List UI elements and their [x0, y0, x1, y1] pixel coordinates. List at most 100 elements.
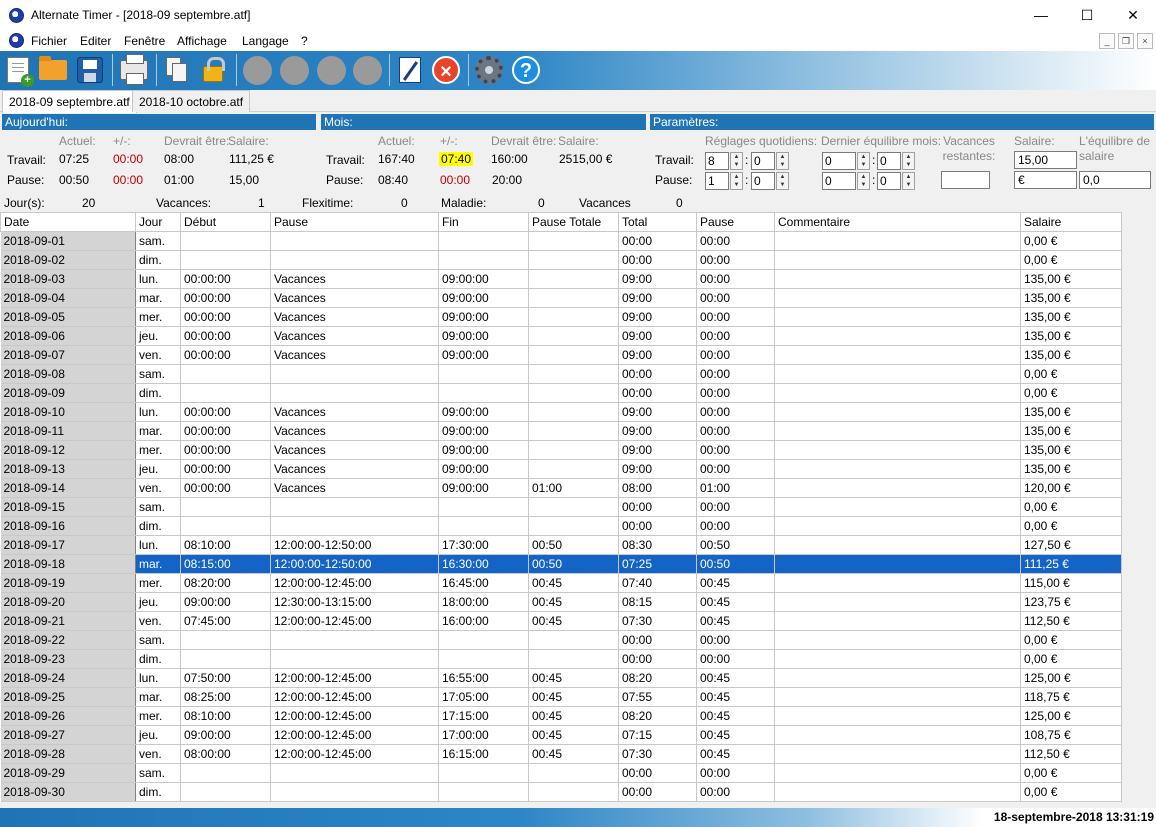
- cell-salary[interactable]: 111,25 €: [1020, 554, 1122, 574]
- cell-end[interactable]: 17:15:00: [438, 706, 529, 726]
- cell-day[interactable]: sam.: [135, 630, 181, 650]
- pause-last-minutes-input[interactable]: 0: [877, 172, 901, 190]
- cell-pause[interactable]: Vacances: [270, 459, 439, 479]
- save-button[interactable]: [75, 55, 105, 85]
- cell-total-pause[interactable]: 00:45: [528, 744, 619, 764]
- cell-start[interactable]: 08:20:00: [180, 573, 271, 593]
- cell-pause2[interactable]: 00:45: [696, 744, 775, 764]
- mdi-minimize-button[interactable]: _: [1099, 33, 1115, 49]
- cell-start[interactable]: 00:00:00: [180, 421, 271, 441]
- cell-day[interactable]: dim.: [135, 782, 181, 802]
- cell-total[interactable]: 00:00: [618, 649, 697, 669]
- cell-comment[interactable]: [774, 250, 1021, 270]
- cell-start[interactable]: 00:00:00: [180, 288, 271, 308]
- table-row[interactable]: 2018-09-28 ven. 08:00:00 12:00:00-12:45:00 1…: [0, 744, 1122, 764]
- cell-total-pause[interactable]: [528, 763, 619, 783]
- cell-salary[interactable]: 0,00 €: [1020, 763, 1122, 783]
- cell-day[interactable]: mer.: [135, 706, 181, 726]
- cell-start[interactable]: [180, 782, 271, 802]
- cell-salary[interactable]: 135,00 €: [1020, 269, 1122, 289]
- cell-pause2[interactable]: 00:45: [696, 725, 775, 745]
- cell-day[interactable]: lun.: [135, 535, 181, 555]
- cell-total-pause[interactable]: [528, 440, 619, 460]
- cell-pause[interactable]: 12:00:00-12:45:00: [270, 725, 439, 745]
- cell-start[interactable]: 00:00:00: [180, 326, 271, 346]
- table-row[interactable]: 2018-09-06 jeu. 00:00:00 Vacances 09:00:00 09…: [0, 326, 1122, 346]
- cell-total[interactable]: 07:40: [618, 573, 697, 593]
- col-header-salary[interactable]: Salaire: [1020, 212, 1122, 232]
- cell-start[interactable]: 08:10:00: [180, 706, 271, 726]
- cell-pause[interactable]: 12:00:00-12:45:00: [270, 573, 439, 593]
- salary-balance-input[interactable]: 0,0: [1079, 171, 1151, 189]
- cell-date[interactable]: 2018-09-24: [0, 668, 136, 688]
- cell-date[interactable]: 2018-09-09: [0, 383, 136, 403]
- col-header-date[interactable]: Date: [0, 212, 136, 232]
- cell-comment[interactable]: [774, 383, 1021, 403]
- cell-total[interactable]: 09:00: [618, 269, 697, 289]
- table-row[interactable]: 2018-09-25 mar. 08:25:00 12:00:00-12:45:00 1…: [0, 687, 1122, 707]
- cell-start[interactable]: [180, 250, 271, 270]
- cell-day[interactable]: ven.: [135, 744, 181, 764]
- maximize-button[interactable]: ☐: [1064, 0, 1110, 31]
- pause-daily-hours-input[interactable]: 1: [705, 172, 729, 190]
- cell-date[interactable]: 2018-09-25: [0, 687, 136, 707]
- mdi-restore-button[interactable]: ❐: [1118, 33, 1134, 49]
- cell-pause2[interactable]: 00:00: [696, 345, 775, 365]
- cell-salary[interactable]: 135,00 €: [1020, 402, 1122, 422]
- cell-date[interactable]: 2018-09-21: [0, 611, 136, 631]
- cell-pause2[interactable]: 00:45: [696, 668, 775, 688]
- cell-total-pause[interactable]: 00:50: [528, 535, 619, 555]
- document-clock-icon[interactable]: [9, 33, 24, 48]
- cell-day[interactable]: sam.: [135, 763, 181, 783]
- cell-start[interactable]: 08:10:00: [180, 535, 271, 555]
- table-row[interactable]: 2018-09-14 ven. 00:00:00 Vacances 09:00:00 01…: [0, 478, 1122, 498]
- cell-pause[interactable]: 12:00:00-12:50:00: [270, 535, 439, 555]
- cell-pause2[interactable]: 00:00: [696, 782, 775, 802]
- cell-salary[interactable]: 125,00 €: [1020, 668, 1122, 688]
- cell-date[interactable]: 2018-09-06: [0, 326, 136, 346]
- cell-comment[interactable]: [774, 478, 1021, 498]
- cell-comment[interactable]: [774, 744, 1021, 764]
- menu-fichier[interactable]: Fichier: [31, 34, 67, 48]
- cell-start[interactable]: [180, 516, 271, 536]
- cell-pause[interactable]: Vacances: [270, 326, 439, 346]
- cell-pause[interactable]: 12:00:00-12:45:00: [270, 687, 439, 707]
- table-row[interactable]: 2018-09-05 mer. 00:00:00 Vacances 09:00:00 09…: [0, 307, 1122, 327]
- cell-total-pause[interactable]: [528, 402, 619, 422]
- cell-comment[interactable]: [774, 725, 1021, 745]
- col-header-total[interactable]: Total: [618, 212, 697, 232]
- table-row[interactable]: 2018-09-29 sam. 00:00 00:00 0,00 €: [0, 763, 1122, 783]
- cell-end[interactable]: [438, 630, 529, 650]
- cell-pause[interactable]: Vacances: [270, 345, 439, 365]
- cell-pause2[interactable]: 00:00: [696, 269, 775, 289]
- cell-comment[interactable]: [774, 440, 1021, 460]
- cell-salary[interactable]: 127,50 €: [1020, 535, 1122, 555]
- cell-pause[interactable]: [270, 497, 439, 517]
- cell-start[interactable]: [180, 497, 271, 517]
- cell-salary[interactable]: 135,00 €: [1020, 326, 1122, 346]
- table-row[interactable]: 2018-09-07 ven. 00:00:00 Vacances 09:00:00 09…: [0, 345, 1122, 365]
- cell-pause[interactable]: [270, 250, 439, 270]
- cell-salary[interactable]: 135,00 €: [1020, 288, 1122, 308]
- cell-comment[interactable]: [774, 459, 1021, 479]
- cell-total-pause[interactable]: [528, 421, 619, 441]
- table-row[interactable]: 2018-09-02 dim. 00:00 00:00 0,00 €: [0, 250, 1122, 270]
- print-button[interactable]: [119, 54, 149, 85]
- cell-end[interactable]: 16:55:00: [438, 668, 529, 688]
- cell-salary[interactable]: 0,00 €: [1020, 630, 1122, 650]
- cell-total[interactable]: 09:00: [618, 288, 697, 308]
- cell-total[interactable]: 09:00: [618, 402, 697, 422]
- cell-end[interactable]: 09:00:00: [438, 269, 529, 289]
- cell-date[interactable]: 2018-09-27: [0, 725, 136, 745]
- table-row[interactable]: 2018-09-17 lun. 08:10:00 12:00:00-12:50:00 1…: [0, 535, 1122, 555]
- cell-total[interactable]: 00:00: [618, 782, 697, 802]
- cell-comment[interactable]: [774, 630, 1021, 650]
- cell-total-pause[interactable]: [528, 516, 619, 536]
- cell-salary[interactable]: 118,75 €: [1020, 687, 1122, 707]
- cell-day[interactable]: mar.: [135, 554, 181, 574]
- cell-salary[interactable]: 125,00 €: [1020, 706, 1122, 726]
- cell-day[interactable]: dim.: [135, 250, 181, 270]
- cell-start[interactable]: 08:00:00: [180, 744, 271, 764]
- cell-total-pause[interactable]: [528, 345, 619, 365]
- table-row[interactable]: 2018-09-12 mer. 00:00:00 Vacances 09:00:00 09…: [0, 440, 1122, 460]
